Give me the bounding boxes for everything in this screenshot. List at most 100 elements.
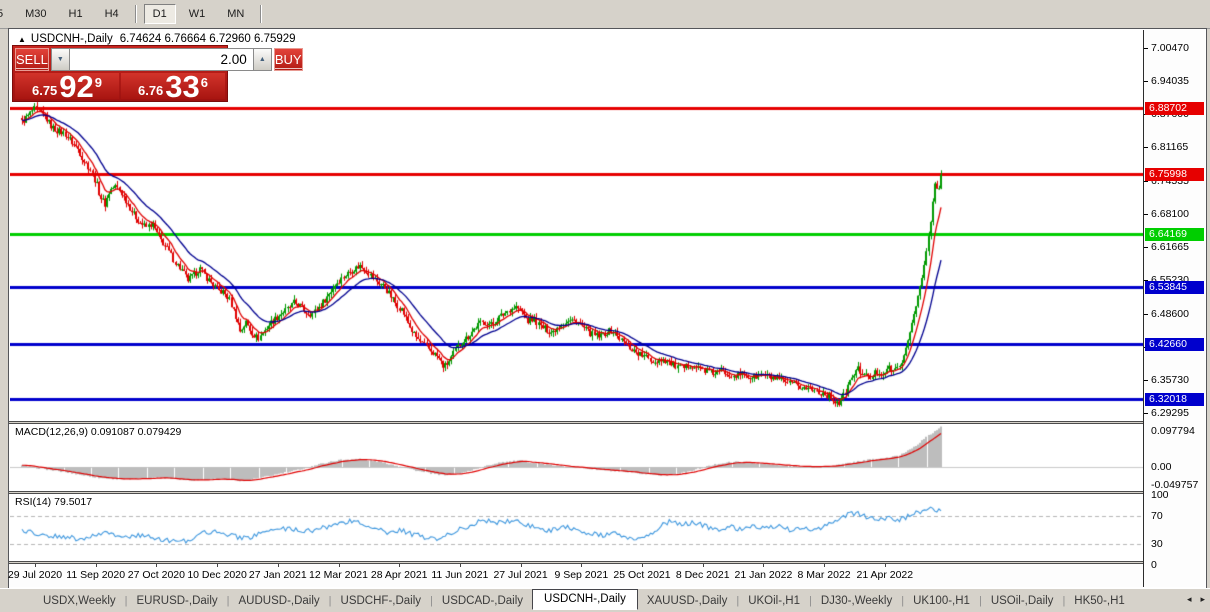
price-tick-mark — [1144, 48, 1148, 49]
date-tick-label: 10 Dec 2020 — [187, 569, 247, 581]
date-tick-mark — [460, 564, 461, 567]
price-tick-mark — [1144, 147, 1148, 148]
sell-price-display[interactable]: 6.75929 — [15, 73, 119, 99]
date-tick-mark — [399, 564, 400, 567]
chart-tab-eurusd-daily[interactable]: EURUSD-,Daily — [128, 592, 227, 610]
macd-scale-label: 0.00 — [1151, 461, 1171, 473]
rsi-scale-label: 30 — [1151, 538, 1163, 550]
chart-tab-usoil-daily[interactable]: USOil-,Daily — [982, 592, 1063, 610]
date-tick-label: 8 Mar 2022 — [798, 569, 851, 581]
rsi-scale-label: 70 — [1151, 510, 1163, 522]
sell-price-prefix: 6.75 — [32, 83, 57, 98]
tab-scroll-left-button[interactable]: ◂ — [1187, 594, 1192, 605]
timeframe-button-mn[interactable]: MN — [218, 4, 253, 24]
price-tick-mark — [1144, 214, 1148, 215]
price-line-label: 6.75998 — [1145, 168, 1204, 181]
sell-button[interactable]: SELL — [15, 48, 49, 71]
chart-tab-dj30-weekly[interactable]: DJ30-,Weekly — [812, 592, 901, 610]
price-tick-mark — [1144, 380, 1148, 381]
date-tick-label: 8 Dec 2021 — [676, 569, 730, 581]
date-tick-label: 27 Jan 2021 — [249, 569, 307, 581]
date-tick-label: 11 Sep 2020 — [66, 569, 125, 581]
timeframe-button-w1[interactable]: W1 — [180, 4, 215, 24]
date-tick-mark — [521, 564, 522, 567]
price-tick-label: 6.94035 — [1151, 75, 1189, 87]
toolbar-separator — [260, 5, 262, 23]
date-tick-mark — [278, 564, 279, 567]
rsi-scale-label: 0 — [1151, 559, 1157, 571]
volume-increase-button[interactable]: ▲ — [253, 48, 272, 71]
date-tick-label: 21 Apr 2022 — [856, 569, 913, 581]
timeframe-button-h1[interactable]: H1 — [60, 4, 92, 24]
chart-tab-ukoil-h1[interactable]: UKOil-,H1 — [739, 592, 809, 610]
sell-price-pips: 92 — [59, 74, 93, 99]
chart-tab-usdx-weekly[interactable]: USDX,Weekly — [34, 592, 125, 610]
price-line-label: 6.64169 — [1145, 228, 1204, 241]
rsi-canvas[interactable] — [10, 494, 1143, 561]
chart-tab-xauusd-daily[interactable]: XAUUSD-,Daily — [638, 592, 737, 610]
sell-price-point: 9 — [95, 75, 102, 90]
macd-scale-label: 0.097794 — [1151, 425, 1195, 437]
date-tick-mark — [156, 564, 157, 567]
chart-tab-uk100-h1[interactable]: UK100-,H1 — [904, 592, 979, 610]
tab-scroll-controls: ◂▸ — [1187, 594, 1205, 605]
date-tick-mark — [339, 564, 340, 567]
date-tick-label: 9 Sep 2021 — [554, 569, 608, 581]
chart-tab-audusd-daily[interactable]: AUDUSD-,Daily — [230, 592, 329, 610]
date-tick-mark — [763, 564, 764, 567]
chart-tab-usdcnh-daily[interactable]: USDCNH-,Daily — [532, 589, 638, 610]
timeframe-button-h4[interactable]: H4 — [96, 4, 128, 24]
buy-button[interactable]: BUY — [274, 48, 303, 71]
buy-button-label: BUY — [275, 52, 302, 69]
buy-price-pips: 33 — [165, 74, 199, 99]
price-tick-label: 6.68100 — [1151, 208, 1189, 220]
date-tick-label: 29 Jul 2020 — [8, 569, 62, 581]
timeframe-button-m30[interactable]: M30 — [16, 4, 55, 24]
rsi-panel[interactable]: RSI(14) 79.5017 — [10, 494, 1143, 561]
buy-price-display[interactable]: 6.76336 — [121, 73, 225, 99]
timeframe-button-d1[interactable]: D1 — [144, 4, 176, 24]
sell-button-label: SELL — [16, 52, 48, 69]
tab-scroll-right-button[interactable]: ▸ — [1200, 594, 1205, 605]
price-tick-mark — [1144, 181, 1148, 182]
date-tick-label: 25 Oct 2021 — [613, 569, 670, 581]
one-click-trade-panel: SELL ▼ ▲ BUY 6.75929 6.76336 — [12, 45, 228, 102]
date-tick-label: 28 Apr 2021 — [371, 569, 428, 581]
volume-stepper: ▼ ▲ — [51, 48, 272, 71]
date-tick-mark — [96, 564, 97, 567]
buy-price-point: 6 — [201, 75, 208, 90]
time-axis: 29 Jul 202011 Sep 202027 Oct 202010 Dec … — [10, 564, 1143, 587]
price-tick-label: 6.29295 — [1151, 407, 1189, 419]
date-tick-mark — [824, 564, 825, 567]
price-tick-label: 6.61665 — [1151, 241, 1189, 253]
volume-input[interactable] — [70, 48, 253, 71]
price-tick-label: 6.81165 — [1151, 141, 1188, 153]
date-tick-mark — [885, 564, 886, 567]
price-axis: 7.004706.940356.876006.811656.745356.681… — [1143, 30, 1205, 587]
price-tick-label: 6.48600 — [1151, 308, 1189, 320]
chart-tab-usdchf-daily[interactable]: USDCHF-,Daily — [332, 592, 431, 610]
price-tick-mark — [1144, 413, 1148, 414]
price-chart-area[interactable]: ▲USDCNH-,Daily6.74624 6.76664 6.72960 6.… — [10, 30, 1143, 421]
chart-ohlc-values: 6.74624 6.76664 6.72960 6.75929 — [120, 33, 296, 45]
price-tick-label: 6.35730 — [1151, 374, 1189, 386]
rsi-label: RSI(14) 79.5017 — [15, 496, 92, 508]
date-tick-label: 21 Jan 2022 — [734, 569, 792, 581]
macd-panel[interactable]: MACD(12,26,9) 0.091087 0.079429 — [10, 424, 1143, 491]
date-tick-mark — [35, 564, 36, 567]
timeframe-button-5[interactable]: 5 — [0, 4, 12, 24]
date-tick-mark — [642, 564, 643, 567]
date-tick-label: 11 Jun 2021 — [431, 569, 488, 581]
date-tick-label: 12 Mar 2021 — [309, 569, 368, 581]
macd-label: MACD(12,26,9) 0.091087 0.079429 — [15, 426, 181, 438]
price-line-label: 6.53845 — [1145, 281, 1204, 294]
price-line-label: 6.32018 — [1145, 393, 1204, 406]
price-tick-label: 7.00470 — [1151, 42, 1189, 54]
chart-tab-hk50-h1[interactable]: HK50-,H1 — [1065, 592, 1134, 610]
buy-price-prefix: 6.76 — [138, 83, 163, 98]
price-line-label: 6.42660 — [1145, 338, 1204, 351]
chart-tab-usdcad-daily[interactable]: USDCAD-,Daily — [433, 592, 532, 610]
price-tick-mark — [1144, 81, 1148, 82]
volume-decrease-button[interactable]: ▼ — [51, 48, 70, 71]
collapse-panel-icon[interactable]: ▲ — [18, 35, 26, 44]
